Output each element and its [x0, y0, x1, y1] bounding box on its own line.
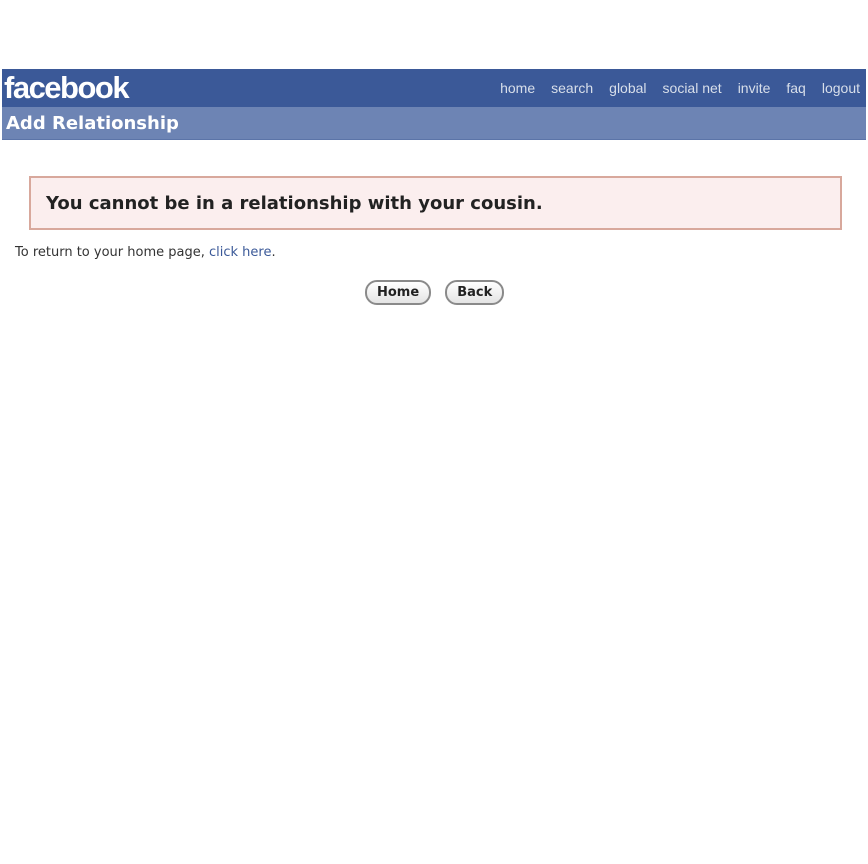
top-nav-links: home search global social net invite faq…: [500, 80, 862, 96]
nav-logout-link[interactable]: logout: [822, 80, 860, 96]
return-home-text: To return to your home page, click here.: [15, 245, 276, 260]
action-buttons: Home Back: [365, 280, 505, 305]
return-home-suffix: .: [271, 245, 276, 260]
back-button[interactable]: Back: [445, 280, 505, 305]
nav-global-link[interactable]: global: [609, 80, 646, 96]
error-message: You cannot be in a relationship with you…: [46, 192, 543, 214]
home-button[interactable]: Home: [365, 280, 432, 305]
facebook-page: facebook home search global social net i…: [2, 69, 866, 313]
nav-search-link[interactable]: search: [551, 80, 593, 96]
nav-social-net-link[interactable]: social net: [663, 80, 722, 96]
nav-home-link[interactable]: home: [500, 80, 535, 96]
page-title-bar: Add Relationship: [2, 107, 866, 140]
nav-faq-link[interactable]: faq: [786, 80, 805, 96]
facebook-logo[interactable]: facebook: [4, 69, 130, 107]
return-home-prefix: To return to your home page,: [15, 245, 205, 260]
click-here-link[interactable]: click here: [209, 245, 271, 260]
error-message-box: You cannot be in a relationship with you…: [29, 176, 842, 230]
page-title: Add Relationship: [6, 112, 179, 134]
nav-invite-link[interactable]: invite: [738, 80, 771, 96]
top-navigation-bar: facebook home search global social net i…: [2, 69, 866, 107]
